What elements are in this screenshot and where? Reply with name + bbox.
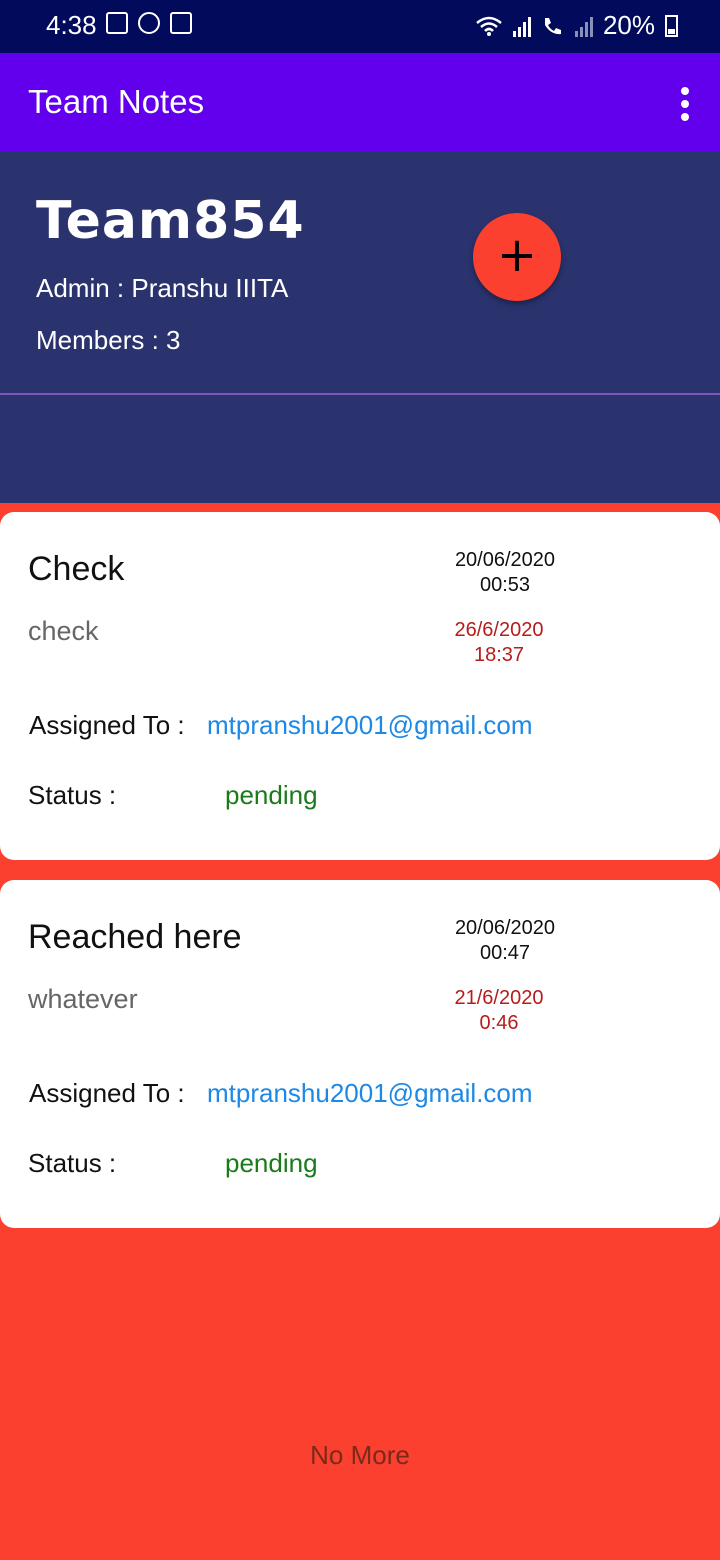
system-icons: 20% [475,10,678,41]
signal-icon [512,15,531,37]
note-created-datetime: 20/06/2020 00:53 [430,548,580,598]
note-due-datetime: 21/6/2020 0:46 [424,986,574,1036]
team-members-count: Members : 3 [36,325,181,355]
assigned-to-email: mtpranshu2001@gmail.com [207,710,533,740]
team-name: Team854 [36,191,305,251]
note-card[interactable]: Reached here whatever 20/06/2020 00:47 2… [0,880,720,1228]
note-due-date: 21/6/2020 [454,987,544,1009]
team-header: Team854 Admin : Pranshu IIITA Members : … [0,151,720,503]
assigned-to-label: Assigned To : [29,1078,185,1108]
signal-2-icon [574,15,593,37]
app-bar: Team Notes [0,53,720,151]
status-label: Status : [28,780,117,810]
status-time: 4:38 [46,10,97,40]
more-vert-icon[interactable] [680,87,690,121]
note-due-datetime: 26/6/2020 18:37 [424,618,574,668]
whatsapp-icon [138,12,160,34]
assigned-to-email: mtpranshu2001@gmail.com [207,1078,533,1108]
notification-icons [106,12,192,34]
header-divider [0,393,720,395]
status-value: pending [225,1148,318,1178]
note-created-time: 00:53 [479,574,531,596]
note-created-date: 20/06/2020 [454,549,556,571]
team-admin: Admin : Pranshu IIITA [36,273,289,303]
note-description: whatever [28,984,138,1014]
battery-percent: 20% [602,10,655,40]
note-card[interactable]: Check check 20/06/2020 00:53 26/6/2020 1… [0,512,720,860]
status-bar: 4:38 20% [0,0,720,53]
note-created-date: 20/06/2020 [454,917,556,939]
add-note-button[interactable]: + [473,213,561,301]
volte-call-icon [544,17,561,34]
note-title: Check [28,550,125,588]
status-label: Status : [28,1148,117,1178]
no-more-label: No More [310,1440,410,1470]
battery-icon [665,14,678,37]
status-value: pending [225,780,318,810]
note-due-time: 18:37 [473,644,525,666]
note-created-datetime: 20/06/2020 00:47 [430,916,580,966]
note-due-date: 26/6/2020 [454,619,544,641]
gmail-icon [170,12,192,34]
note-created-time: 00:47 [479,942,531,964]
note-due-time: 0:46 [479,1012,519,1034]
app-title: Team Notes [28,83,205,120]
assigned-to-label: Assigned To : [29,710,185,740]
note-description: check [28,616,99,646]
note-title: Reached here [28,918,242,956]
wifi-icon [476,16,502,36]
gallery-icon [106,12,128,34]
